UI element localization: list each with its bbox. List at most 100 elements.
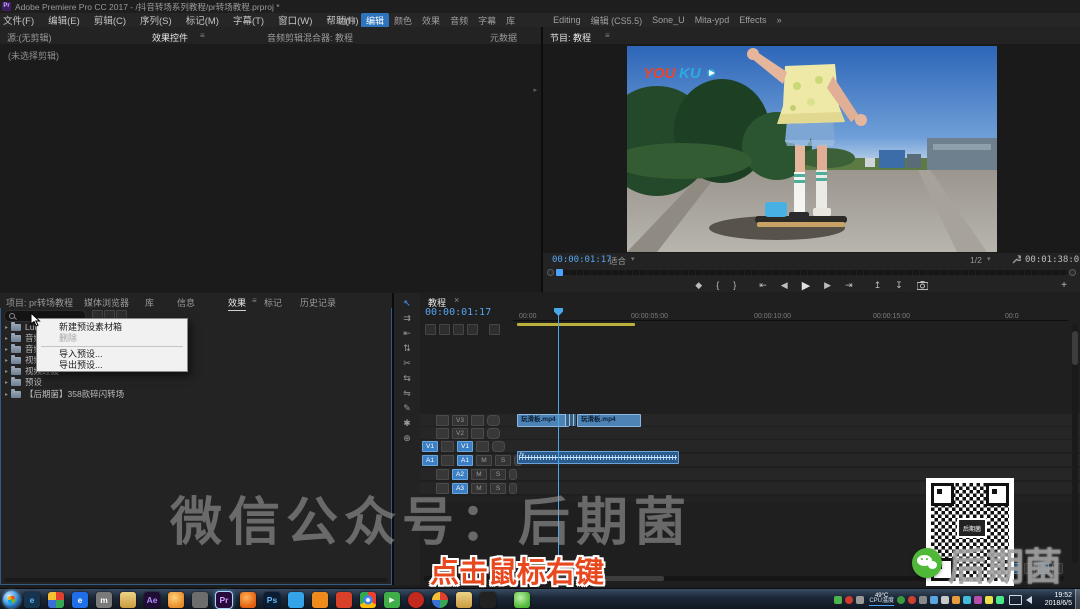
track-lock-icon[interactable] [441, 441, 454, 452]
program-panel-menu-icon[interactable]: ≡ [605, 31, 610, 40]
workspace-custom3[interactable]: Effects [734, 14, 771, 26]
track-output-eye-icon[interactable] [492, 441, 505, 452]
taskbar-pinwheel-icon[interactable] [48, 591, 64, 608]
cpu-temp-widget[interactable]: 49°C CPU温度 [869, 593, 894, 606]
extract-button[interactable]: ↧ [895, 280, 903, 291]
taskbar-explorer-icon[interactable] [120, 591, 136, 608]
menu-edit[interactable]: 编辑(E) [48, 13, 80, 27]
timeline-timecode[interactable]: 00:00:01:17 [425, 307, 491, 318]
step-back-button[interactable]: ◀ [781, 280, 788, 291]
tool-selection[interactable]: ↖ [399, 297, 415, 310]
tray-icon[interactable] [985, 595, 993, 604]
menu-marker[interactable]: 标记(M) [186, 13, 219, 27]
fit-chevron-icon[interactable]: ▾ [631, 255, 635, 263]
workspace-custom1[interactable]: Sone_U [647, 14, 690, 26]
taskbar-app6-icon[interactable] [480, 591, 496, 608]
menu-title[interactable]: 字幕(T) [233, 13, 264, 27]
track-name-badge[interactable]: A2 [452, 469, 468, 480]
track-name-badge[interactable]: V2 [452, 428, 468, 439]
scrubber-right-end[interactable] [1069, 269, 1076, 276]
start-button[interactable] [3, 591, 20, 608]
tray-icon[interactable] [834, 595, 843, 604]
program-video-frame[interactable]: YOU KU [627, 46, 997, 252]
context-menu-new-preset-bin[interactable]: 新建预设素材箱 [37, 322, 187, 333]
mark-out-button[interactable]: } [733, 280, 736, 290]
go-to-in-button[interactable]: ⇤ [759, 280, 767, 291]
timeline-clip-2[interactable]: 玩滑板.mp4 [577, 414, 641, 427]
taskbar-clock[interactable]: 19:52 2018/6/5 [1045, 592, 1072, 608]
go-to-out-button[interactable]: ⇥ [845, 280, 853, 291]
mute-button[interactable]: M [471, 469, 487, 480]
tab-metadata[interactable]: 元数据 [490, 31, 517, 44]
project-hscrollbar[interactable] [4, 578, 388, 582]
timeline-tab-close-icon[interactable]: × [454, 295, 459, 305]
taskbar-wechat-icon[interactable] [514, 591, 530, 608]
taskbar-chrome-icon[interactable] [360, 591, 376, 608]
taskbar-iqiyi-icon[interactable] [312, 591, 328, 608]
taskbar-app5-icon[interactable] [408, 591, 424, 608]
context-menu-export-presets[interactable]: 导出预设... [37, 360, 187, 371]
video-track-v2[interactable]: V2 [420, 427, 1080, 439]
tool-hand[interactable]: ✱ [399, 417, 415, 430]
tray-icon[interactable] [963, 595, 971, 604]
tool-track-select[interactable]: ⇉ [399, 312, 415, 325]
tray-icon[interactable] [974, 595, 982, 604]
mark-in-button[interactable]: { [716, 280, 719, 290]
tab-program-monitor[interactable]: 节目: 教程 [550, 31, 591, 44]
add-marker-button[interactable]: ◆ [695, 280, 702, 291]
program-scrubber[interactable] [547, 268, 1076, 277]
tool-ripple-edit[interactable]: ⇤ [399, 327, 415, 340]
tree-item-transition-pack[interactable]: ▸ 【后期菌】358款碎闪转场 [0, 388, 392, 399]
taskbar-ie-icon[interactable]: e [24, 591, 40, 608]
taskbar-360-icon[interactable] [432, 591, 448, 608]
menu-sequence[interactable]: 序列(S) [140, 13, 172, 27]
title-bar[interactable]: Pr Adobe Premiere Pro CC 2017 - /抖音转场系列教… [0, 0, 1080, 14]
track-lock-icon[interactable] [436, 428, 449, 439]
button-editor-plus[interactable]: + [1061, 280, 1067, 291]
export-frame-button[interactable] [916, 280, 928, 290]
play-button[interactable]: ▶ [802, 279, 810, 292]
taskbar-app-icon[interactable]: m [96, 591, 112, 608]
taskbar-potplayer-icon[interactable]: ▶ [384, 591, 400, 608]
lift-button[interactable]: ↥ [874, 280, 882, 291]
scrubber-playhead[interactable] [556, 269, 563, 276]
tab-source-monitor[interactable]: 源:(无剪辑) [7, 31, 52, 44]
workspace-cs55[interactable]: 编辑 (CS5.5) [586, 13, 648, 28]
taskbar-app4-icon[interactable] [336, 591, 352, 608]
network-icon[interactable] [1009, 594, 1022, 605]
tray-icon[interactable] [845, 595, 854, 604]
workspace-custom2[interactable]: Mita-ypd [690, 14, 735, 26]
track-output-eye-icon[interactable] [487, 415, 500, 426]
workspace-editing-en[interactable]: Editing [548, 14, 586, 26]
sync-lock-icon[interactable] [471, 415, 484, 426]
show-desktop-button[interactable] [1075, 589, 1080, 609]
resolution-chevron-icon[interactable]: ▾ [987, 255, 991, 263]
sync-lock-icon[interactable] [471, 428, 484, 439]
menu-window[interactable]: 窗口(W) [278, 13, 312, 27]
step-forward-button[interactable]: ▶ [824, 280, 831, 291]
taskbar-aftereffects-icon[interactable]: Ae [144, 591, 160, 608]
timeline-clip-1[interactable]: 玩滑板.mp4 [517, 414, 569, 427]
mute-button[interactable]: M [476, 455, 492, 466]
tray-icon[interactable] [856, 595, 865, 604]
taskbar-premiere-icon-active[interactable]: Pr [215, 590, 233, 609]
track-name-badge[interactable]: V1 [457, 441, 473, 452]
workspace-assembly[interactable]: 组件 [333, 13, 361, 28]
tray-icon[interactable] [996, 595, 1004, 604]
volume-icon[interactable] [1026, 595, 1032, 604]
taskbar-firefox-icon[interactable] [240, 591, 256, 608]
clip-transition[interactable] [565, 414, 576, 426]
taskbar-folder2-icon[interactable] [456, 591, 472, 608]
timeline-audio-clip[interactable]: fx [517, 451, 679, 464]
menu-clip[interactable]: 剪辑(C) [94, 13, 126, 27]
tree-item-presets[interactable]: ▸ 预设 [0, 376, 392, 387]
add-marker-icon[interactable] [467, 324, 478, 335]
source-patch-badge-a1[interactable]: A1 [422, 455, 438, 466]
menu-file[interactable]: 文件(F) [3, 13, 34, 27]
taskbar-photoshop-icon[interactable]: Ps [264, 591, 280, 608]
tool-slide[interactable]: ⇋ [399, 387, 415, 400]
tray-icon[interactable] [952, 595, 960, 604]
context-menu-import-presets[interactable]: 导入预设... [37, 349, 187, 360]
taskbar-app3-icon[interactable] [192, 591, 208, 608]
effects-panel-menu-icon[interactable]: ≡ [252, 296, 257, 305]
